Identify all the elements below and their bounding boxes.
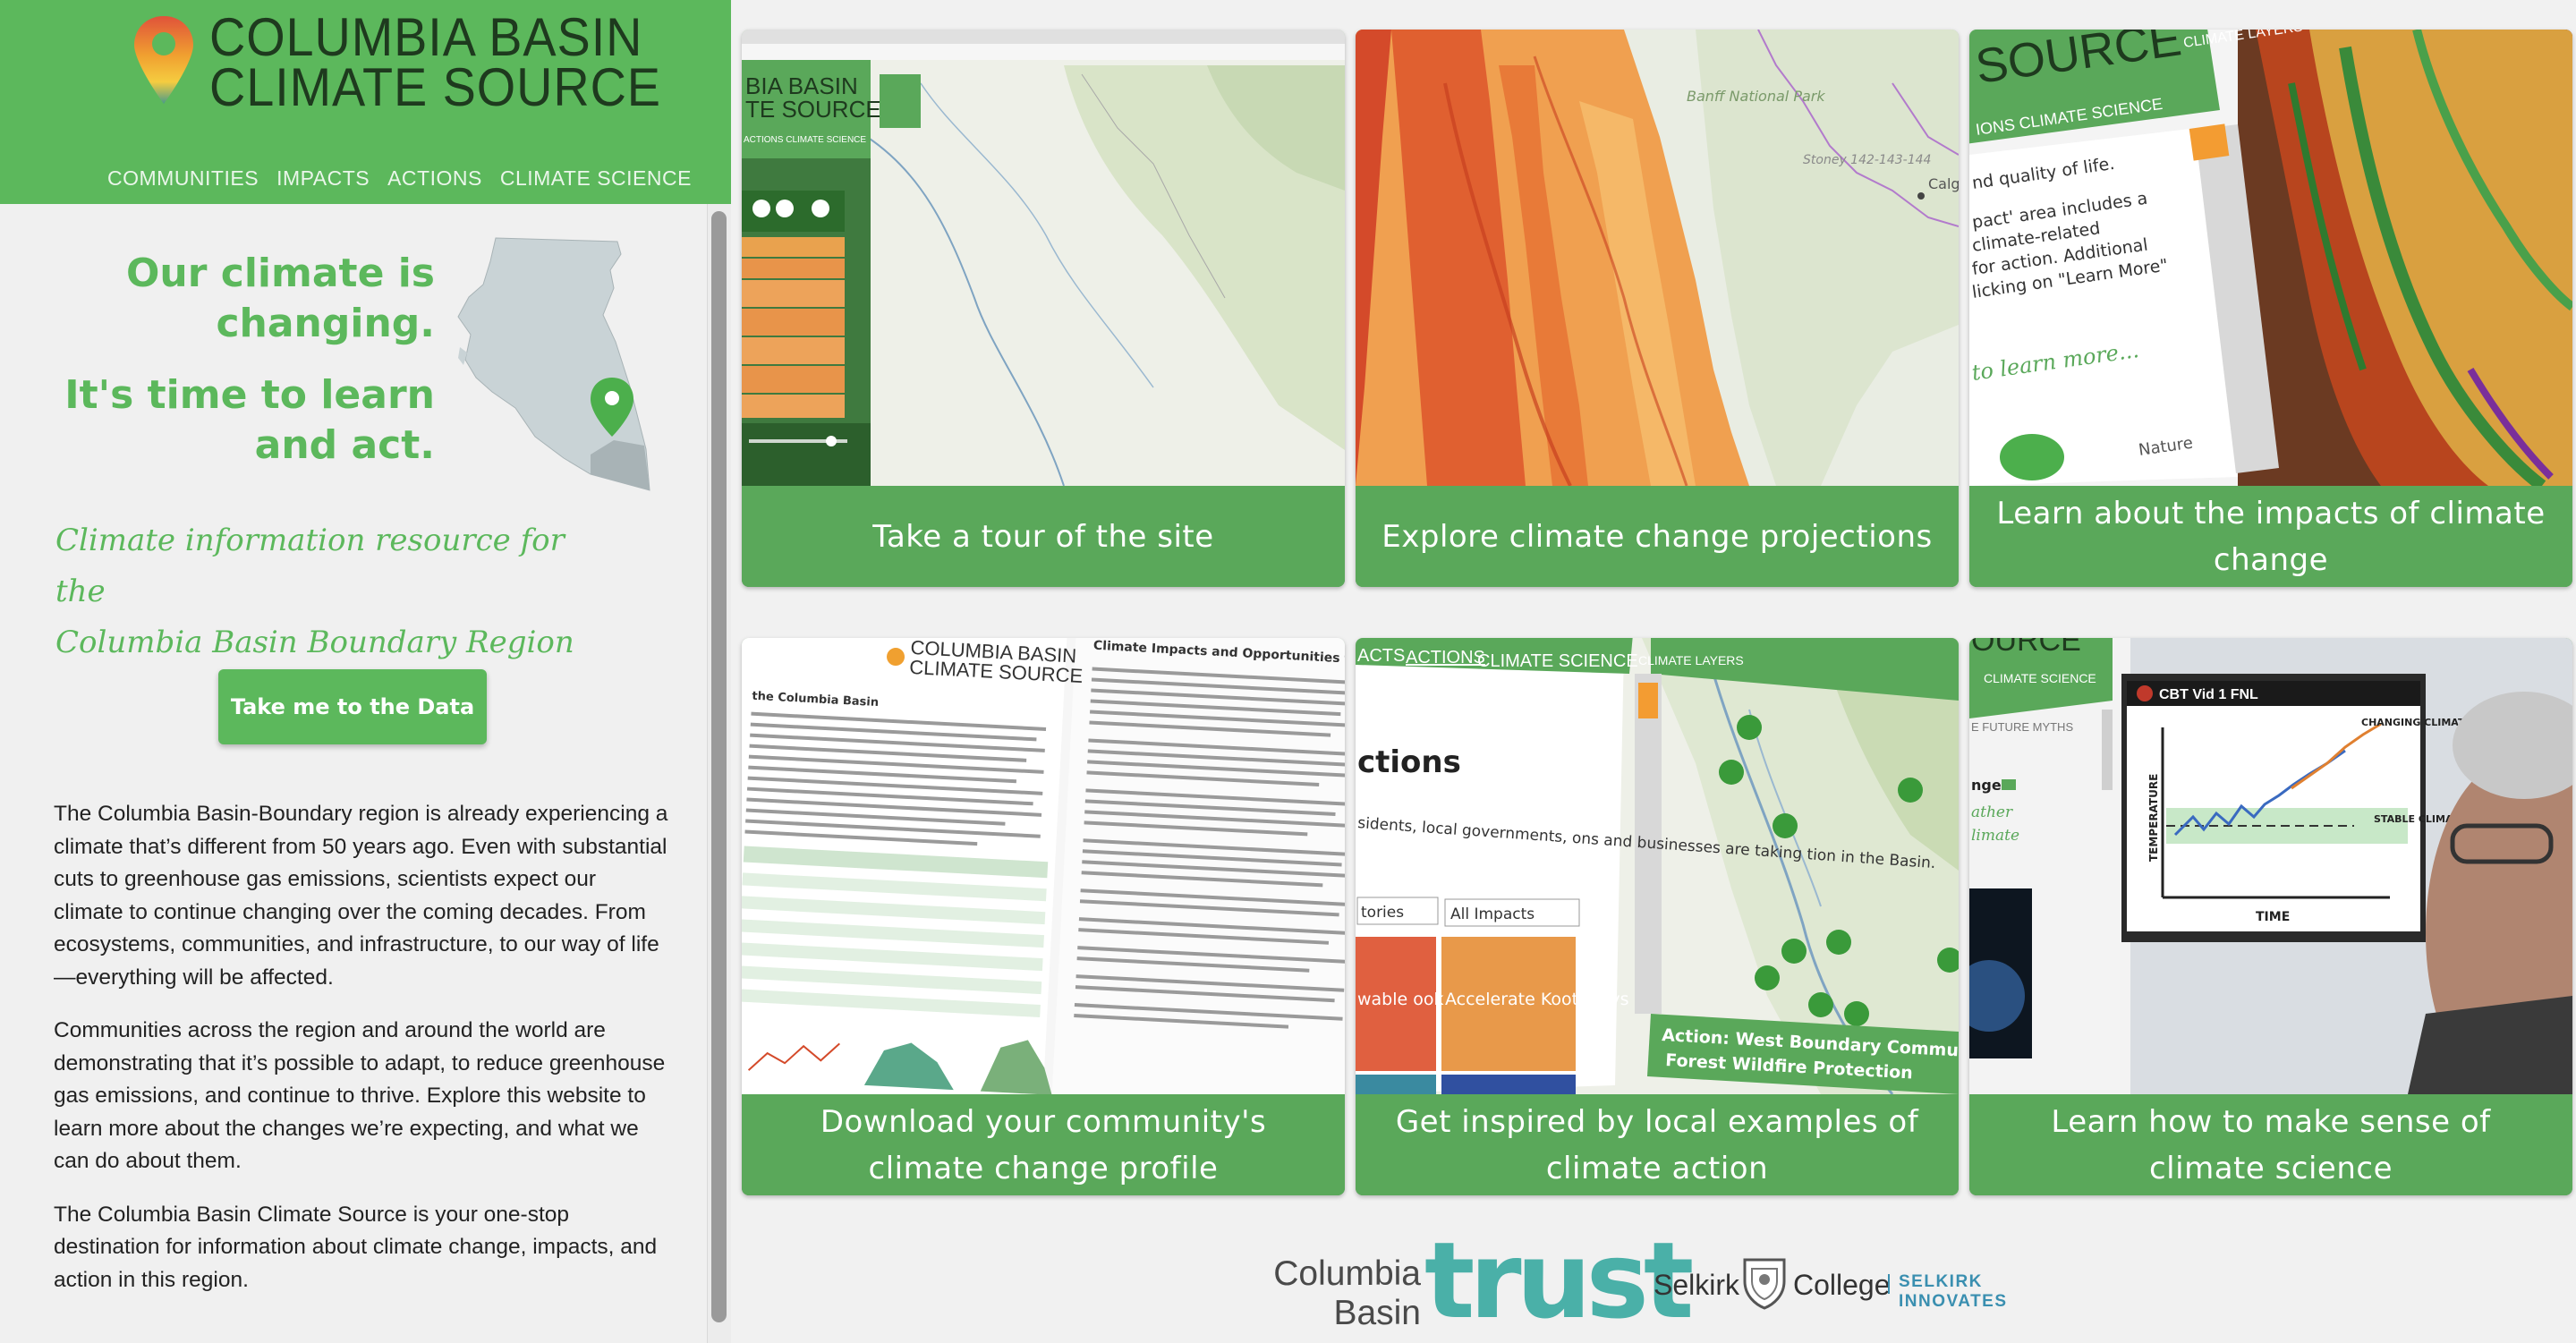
card-actions-image: ACTS ACTIONS CLIMATE SCIENCE CLIMATE LAY… — [1356, 638, 1959, 1094]
tour-nav: ACTIONS CLIMATE SCIENCE — [744, 135, 866, 145]
svg-text:limate: limate — [1971, 827, 2019, 845]
science-changing: CHANGING CLIMATE — [2361, 717, 2471, 728]
card-impacts-label: Learn about the impacts of climate chang… — [1969, 486, 2572, 587]
card-tour[interactable]: BIA BASIN TE SOURCE ACTIONS CLIMATE SCIE… — [742, 30, 1345, 587]
actions-nav-3: CLIMATE SCIENCE — [1477, 651, 1638, 671]
nav-communities[interactable]: COMMUNITIES — [107, 166, 259, 191]
main-nav: COMMUNITIES IMPACTS ACTIONS CLIMATE SCIE… — [107, 166, 692, 191]
nav-climate-science[interactable]: CLIMATE SCIENCE — [500, 166, 692, 191]
columbia-basin-trust-text: Columbia Basin — [1253, 1254, 1421, 1333]
science-temp-axis: TEMPERATURE — [2147, 774, 2160, 862]
science-sub: E FUTURE MYTHS — [1971, 720, 2073, 734]
card-impacts-image: SOURCE IONS CLIMATE SCIENCE CLIMATE LAYE… — [1969, 30, 2572, 486]
take-me-to-data-button[interactable]: Take me to the Data — [218, 669, 487, 744]
svg-text:nge: nge — [1971, 777, 2002, 794]
card-actions-label: Get inspired by local examples of climat… — [1356, 1094, 1959, 1195]
science-nav: CLIMATE SCIENCE — [1984, 671, 2096, 685]
card-impacts[interactable]: SOURCE IONS CLIMATE SCIENCE CLIMATE LAYE… — [1969, 30, 2572, 587]
hero-line-3: It's time to learn — [64, 372, 435, 418]
card-profile-label: Download your community's climate change… — [742, 1094, 1345, 1195]
logo-line-2: CLIMATE SOURCE — [209, 57, 661, 117]
site-header: COLUMBIA BASIN CLIMATE SOURCE COMMUNITIE… — [0, 0, 731, 204]
hero-line-1: Our climate is — [126, 251, 435, 296]
actions-nav-1: ACTS — [1357, 646, 1405, 666]
proj-park: Banff National Park — [1687, 88, 1825, 105]
actions-layers: CLIMATE LAYERS — [1638, 653, 1744, 667]
intro-text: The Columbia Basin-Boundary region is al… — [54, 798, 671, 1317]
tour-logo-2: TE SOURCE — [745, 96, 881, 123]
cbt-line-2: Basin — [1333, 1294, 1421, 1332]
trust-logo[interactable]: trust — [1424, 1228, 1694, 1333]
hero-line-4: and act. — [254, 422, 435, 468]
actions-tile-2[interactable]: wable ook — [1357, 990, 1444, 1009]
selkirk-text: Selkirk — [1654, 1269, 1740, 1301]
svg-text:ather: ather — [1971, 803, 2013, 821]
card-science[interactable]: OURCE CLIMATE SCIENCE E FUTURE MYTHS nge… — [1969, 638, 2572, 1195]
nav-impacts[interactable]: IMPACTS — [276, 166, 370, 191]
selkirk-crest-icon — [1743, 1258, 1786, 1310]
card-tour-label: Take a tour of the site — [742, 486, 1345, 587]
college-text: College — [1793, 1269, 1891, 1301]
actions-select-2[interactable]: All Impacts — [1450, 905, 1535, 923]
tagline: Climate information resource for the Col… — [55, 515, 610, 668]
science-logo: OURCE — [1971, 638, 2081, 658]
intro-paragraph-1: The Columbia Basin-Boundary region is al… — [54, 802, 668, 990]
selkirk-innovates-text: SELKIRK INNOVATES — [1888, 1272, 2094, 1312]
bc-region-map-icon — [457, 237, 650, 491]
logo-pin-icon — [134, 16, 193, 104]
site-logo[interactable]: COLUMBIA BASIN CLIMATE SOURCE — [209, 7, 661, 117]
hero-line-2: changing. — [216, 301, 435, 346]
card-profile-image: COLUMBIA BASIN CLIMATE SOURCE Climate Im… — [742, 638, 1345, 1094]
tagline-line-2: Columbia Basin Boundary Region — [55, 625, 574, 660]
card-projections-label: Explore climate change projections — [1356, 486, 1959, 587]
tagline-line-1: Climate information resource for the — [55, 523, 565, 609]
card-tour-image: BIA BASIN TE SOURCE ACTIONS CLIMATE SCIE… — [742, 30, 1345, 486]
card-projections[interactable]: Banff National Park Stoney 142-143-144 C… — [1356, 30, 1959, 587]
scrollbar-thumb[interactable] — [711, 211, 727, 1322]
partner-logos: Columbia Basin trust Selkirk College SEL… — [1253, 1228, 2094, 1333]
logo-line-1: COLUMBIA BASIN — [209, 7, 643, 67]
card-actions[interactable]: ACTS ACTIONS CLIMATE SCIENCE CLIMATE LAY… — [1356, 638, 1959, 1195]
science-video-title: CBT Vid 1 FNL — [2159, 687, 2258, 702]
cbt-line-1: Columbia — [1273, 1254, 1421, 1293]
actions-select-1[interactable]: tories — [1361, 904, 1404, 922]
actions-tile-1[interactable]: Accelerate Kootenays — [1445, 990, 1629, 1009]
card-science-image: OURCE CLIMATE SCIENCE E FUTURE MYTHS nge… — [1969, 638, 2572, 1094]
science-time-axis: TIME — [2256, 910, 2290, 924]
actions-title: ctions — [1357, 744, 1461, 780]
intro-paragraph-2: Communities across the region and around… — [54, 1018, 666, 1173]
left-panel: COLUMBIA BASIN CLIMATE SOURCE COMMUNITIE… — [0, 0, 731, 1343]
proj-calgary: Calg — [1928, 175, 1959, 192]
actions-nav-2: ACTIONS — [1406, 648, 1485, 667]
card-projections-image: Banff National Park Stoney 142-143-144 C… — [1356, 30, 1959, 486]
nav-actions[interactable]: ACTIONS — [387, 166, 482, 191]
intro-paragraph-3: The Columbia Basin Climate Source is you… — [54, 1202, 658, 1292]
hero-heading: Our climate is changing. It's time to le… — [54, 249, 435, 471]
card-profile[interactable]: COLUMBIA BASIN CLIMATE SOURCE Climate Im… — [742, 638, 1345, 1195]
card-science-label: Learn how to make sense of climate scien… — [1969, 1094, 2572, 1195]
proj-stoney: Stoney 142-143-144 — [1803, 153, 1931, 167]
